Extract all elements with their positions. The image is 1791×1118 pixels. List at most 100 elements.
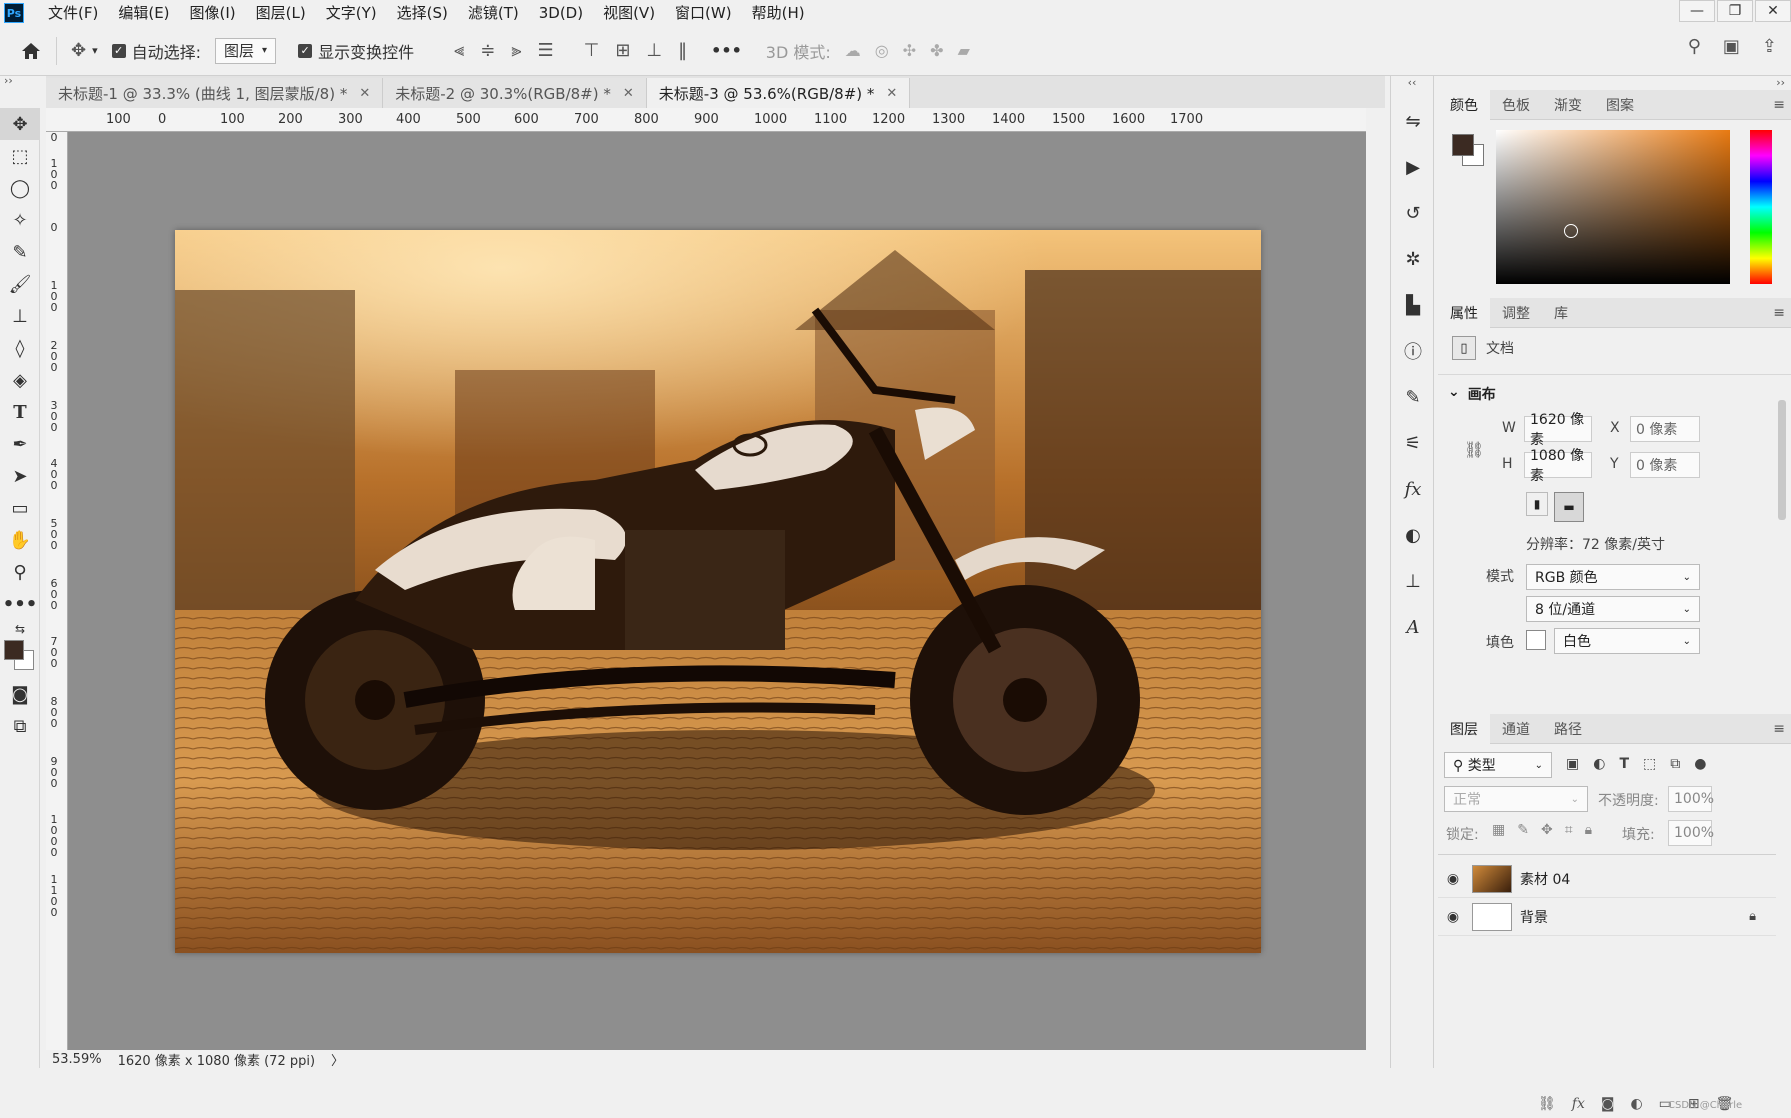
color-picker-marker[interactable] xyxy=(1564,224,1578,238)
stamp-tool-icon[interactable]: ⊥ xyxy=(0,300,40,332)
layer-row-material[interactable]: ◉ 素材 04 xyxy=(1438,860,1776,898)
info-icon[interactable]: ⓘ xyxy=(1391,328,1435,374)
x-input[interactable]: 0 像素 xyxy=(1630,416,1700,442)
layer-row-background[interactable]: ◉ 背景 🔒︎ xyxy=(1438,898,1776,936)
collapse-toolbar-icon[interactable]: ›› xyxy=(4,74,13,87)
clone-source-icon[interactable]: ⊥ xyxy=(1391,558,1435,604)
menu-3d[interactable]: 3D(D) xyxy=(529,0,593,26)
search-icon[interactable]: ⚲ xyxy=(1688,38,1701,56)
tab-document-3[interactable]: 未标题-3 @ 53.6%(RGB/8#) * ✕ xyxy=(646,78,911,108)
menu-help[interactable]: 帮助(H) xyxy=(742,0,815,26)
bit-depth-select[interactable]: 8 位/通道 ⌄ xyxy=(1526,596,1700,622)
swap-colors-icon[interactable]: ⇆ xyxy=(0,620,40,638)
auto-select-dropdown[interactable]: 图层 ▾ xyxy=(215,37,277,64)
link-icon[interactable]: ⛓ xyxy=(1538,1096,1556,1112)
link-dimensions-icon[interactable]: ⛓ xyxy=(1464,440,1484,459)
tab-document-2[interactable]: 未标题-2 @ 30.3%(RGB/8#) * ✕ xyxy=(383,78,647,108)
show-transform-checkbox[interactable]: ✓ 显示变换控件 xyxy=(298,39,414,63)
layer-name[interactable]: 背景 xyxy=(1520,907,1548,927)
document-image[interactable] xyxy=(175,230,1261,953)
align-left-icon[interactable]: ⫷ xyxy=(454,41,464,60)
slide-3d-icon[interactable]: ✤ xyxy=(930,41,943,60)
menu-window[interactable]: 窗口(W) xyxy=(665,0,742,26)
pen-tool-icon[interactable]: ✒ xyxy=(0,428,40,460)
tab-document-1[interactable]: 未标题-1 @ 33.3% (曲线 1, 图层蒙版/8) * ✕ xyxy=(46,78,384,108)
levels-icon[interactable]: ▙ xyxy=(1391,282,1435,328)
tab-layers[interactable]: 图层 xyxy=(1438,713,1490,744)
path-selection-tool-icon[interactable]: ➤ xyxy=(0,460,40,492)
tab-gradients[interactable]: 渐变 xyxy=(1542,90,1594,120)
align-right-icon[interactable]: ⫸ xyxy=(511,41,521,60)
collapse-panels-icon[interactable]: ‹‹ xyxy=(1391,76,1433,98)
color-mode-select[interactable]: RGB 颜色 ⌄ xyxy=(1526,564,1700,590)
lock-position-icon[interactable]: ✥ xyxy=(1541,822,1553,838)
opacity-input[interactable]: 100% xyxy=(1668,786,1714,812)
lock-transparency-icon[interactable]: ▦ xyxy=(1492,822,1505,838)
history-brush-icon[interactable]: ⇋ xyxy=(1391,98,1435,144)
landscape-orientation-button[interactable]: ▬ xyxy=(1554,492,1584,522)
status-menu-arrow[interactable]: 〉 xyxy=(331,1050,344,1069)
align-bottom-icon[interactable]: ⊥ xyxy=(646,41,662,60)
menu-select[interactable]: 选择(S) xyxy=(387,0,458,26)
menu-file[interactable]: 文件(F) xyxy=(38,0,108,26)
move-tool-icon[interactable]: ✥ xyxy=(0,108,40,140)
eraser-tool-icon[interactable]: ◊ xyxy=(0,332,40,364)
fill-color-swatch[interactable] xyxy=(1526,630,1546,650)
menu-edit[interactable]: 编辑(E) xyxy=(108,0,179,26)
portrait-orientation-button[interactable]: ▮ xyxy=(1526,492,1548,516)
adjustments-icon[interactable]: ⚟ xyxy=(1391,420,1435,466)
paint-bucket-tool-icon[interactable]: ◈ xyxy=(0,364,40,396)
menu-layer[interactable]: 图层(L) xyxy=(246,0,316,26)
filter-pixel-icon[interactable]: ▣ xyxy=(1566,756,1579,772)
filter-toggle-icon[interactable]: ● xyxy=(1694,756,1706,772)
glyphs-icon[interactable]: A xyxy=(1391,604,1435,650)
distribute-icon[interactable]: ☰ xyxy=(538,41,554,60)
height-input[interactable]: 1080 像素 xyxy=(1524,448,1592,484)
eyedropper-tool-icon[interactable]: ✎ xyxy=(0,236,40,268)
close-tab-icon[interactable]: ✕ xyxy=(623,86,634,101)
mask-icon[interactable]: ◙ xyxy=(1601,1096,1615,1112)
pan-3d-icon[interactable]: ✣ xyxy=(903,41,916,60)
tab-channels[interactable]: 通道 xyxy=(1490,714,1542,744)
filter-shape-icon[interactable]: ⬚ xyxy=(1643,756,1656,772)
workspace-icon[interactable]: ▣ xyxy=(1723,38,1740,56)
align-center-icon[interactable]: ≑ xyxy=(480,41,495,60)
quick-mask-icon[interactable]: ◙ xyxy=(0,678,40,710)
fx-icon[interactable]: fx xyxy=(1572,1096,1585,1112)
panel-menu-icon[interactable]: ≡ xyxy=(1773,721,1785,737)
more-options-button[interactable]: ••• xyxy=(711,41,742,60)
layer-name[interactable]: 素材 04 xyxy=(1520,869,1570,889)
type-tool-icon[interactable]: T xyxy=(0,396,40,428)
minimize-button[interactable]: — xyxy=(1679,0,1715,22)
roll-3d-icon[interactable]: ◎ xyxy=(875,41,889,60)
adjustment-icon[interactable]: ◐ xyxy=(1630,1096,1642,1112)
lock-all-icon[interactable]: 🔒︎ xyxy=(1585,822,1592,838)
foreground-color-swatch[interactable] xyxy=(4,640,24,660)
close-button[interactable]: ✕ xyxy=(1755,0,1791,22)
menu-type[interactable]: 文字(Y) xyxy=(316,0,387,26)
restore-button[interactable]: ❐ xyxy=(1717,0,1753,22)
fill-opacity-input[interactable]: 100% xyxy=(1668,820,1714,846)
brush-settings-icon[interactable]: ✲ xyxy=(1391,236,1435,282)
tab-properties[interactable]: 属性 xyxy=(1438,297,1490,328)
filter-smart-object-icon[interactable]: ⧉ xyxy=(1670,756,1680,772)
lasso-tool-icon[interactable]: ◯ xyxy=(0,172,40,204)
shape-tool-icon[interactable]: ▭ xyxy=(0,492,40,524)
orbit-3d-icon[interactable]: ☁ xyxy=(845,41,861,60)
align-top-icon[interactable]: ⊤ xyxy=(584,41,600,60)
filter-type-icon[interactable]: T xyxy=(1619,756,1629,772)
tab-color[interactable]: 颜色 xyxy=(1438,89,1490,120)
zoom-tool-icon[interactable]: ⚲ xyxy=(0,556,40,588)
screen-mode-icon[interactable]: ⧉ xyxy=(0,710,40,742)
tab-libraries[interactable]: 库 xyxy=(1542,298,1580,328)
y-input[interactable]: 0 像素 xyxy=(1630,452,1700,478)
blend-mode-select[interactable]: 正常 ⌄ xyxy=(1444,786,1588,812)
distribute-vertical-icon[interactable]: ‖ xyxy=(678,41,687,60)
color-field[interactable] xyxy=(1496,130,1730,284)
expand-panels-icon[interactable]: ›› xyxy=(1438,76,1791,90)
brush-tool-icon[interactable]: 🖌︎ xyxy=(0,268,40,300)
tab-patterns[interactable]: 图案 xyxy=(1594,90,1646,120)
collapse-section-icon[interactable]: ⌄ xyxy=(1448,384,1460,404)
shapes-icon[interactable]: ◐ xyxy=(1391,512,1435,558)
history-icon[interactable]: ↺ xyxy=(1391,190,1435,236)
